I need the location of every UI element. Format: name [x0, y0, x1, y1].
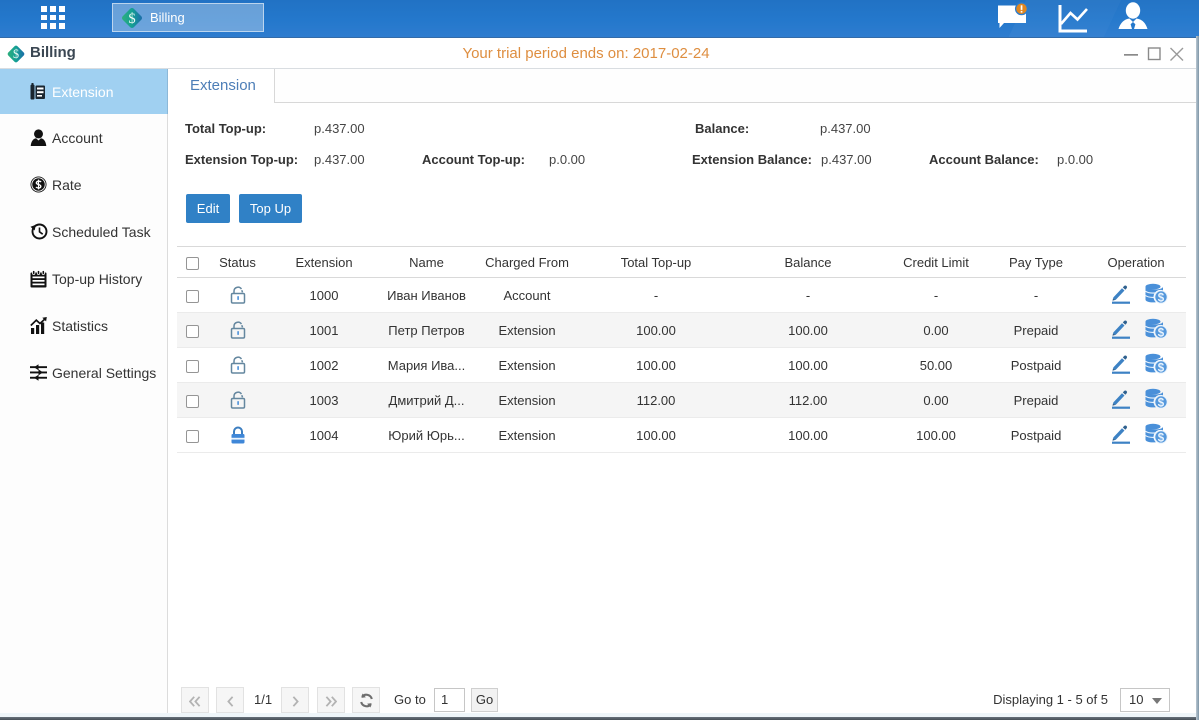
svg-text:$: $: [1158, 397, 1165, 409]
svg-text:$: $: [1158, 292, 1165, 304]
svg-text:$: $: [1158, 327, 1165, 339]
svg-text:$: $: [1158, 432, 1165, 444]
svg-text:$: $: [1158, 362, 1165, 374]
svg-text:$: $: [128, 11, 135, 27]
